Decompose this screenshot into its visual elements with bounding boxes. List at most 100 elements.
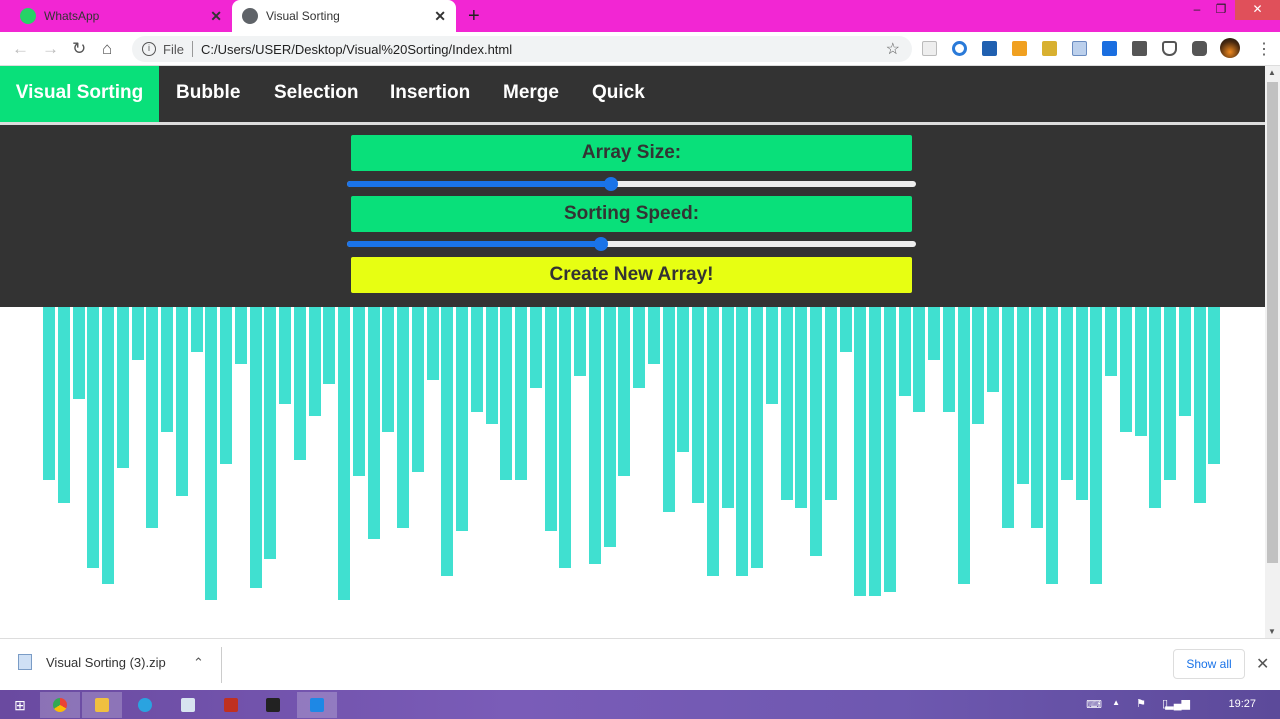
array-bar	[220, 307, 232, 464]
array-bar	[780, 307, 793, 500]
restore-button[interactable]: ❐	[1206, 0, 1236, 20]
url-text[interactable]: C:/Users/USER/Desktop/Visual%20Sorting/I…	[201, 42, 512, 57]
back-icon[interactable]: ←	[12, 39, 29, 59]
pocket-icon[interactable]	[922, 41, 937, 56]
nav-quick[interactable]: Quick	[592, 66, 645, 122]
media-icon[interactable]	[1132, 41, 1147, 56]
tab-whatsapp[interactable]: WhatsApp ✕	[10, 0, 232, 32]
array-bar	[1149, 307, 1162, 508]
media-app-icon[interactable]	[211, 692, 251, 718]
array-bar	[1208, 307, 1221, 464]
array-bar	[1046, 307, 1058, 584]
keyboard-icon[interactable]: ⌨	[1086, 698, 1102, 711]
array-bar	[883, 307, 896, 592]
bars-container	[0, 307, 1265, 638]
forward-icon[interactable]: →	[42, 39, 59, 59]
create-new-array-button[interactable]: Create New Array!	[351, 257, 912, 293]
download-item[interactable]: Visual Sorting (3).zip	[18, 654, 166, 670]
shield-icon[interactable]	[1162, 41, 1177, 56]
clapper-icon[interactable]	[982, 41, 997, 56]
array-bar	[205, 307, 218, 600]
bookmark-star-icon[interactable]: ☆	[886, 39, 900, 59]
array-bar	[1001, 307, 1014, 528]
nav-bubble[interactable]: Bubble	[176, 66, 240, 122]
array-bar	[559, 307, 572, 568]
home-icon[interactable]: ⌂	[102, 39, 112, 59]
puzzle-icon[interactable]	[1192, 41, 1207, 56]
top-nav: Visual Sorting Bubble Selection Insertio…	[0, 66, 1265, 122]
array-bar	[913, 307, 926, 412]
array-bar	[161, 307, 173, 432]
array-bar	[751, 307, 763, 568]
array-bar	[898, 307, 911, 396]
array-bar	[279, 307, 291, 404]
brand-link[interactable]: Visual Sorting	[0, 66, 159, 122]
slider-thumb[interactable]	[593, 237, 608, 251]
array-bar	[1075, 307, 1088, 500]
show-all-button[interactable]: Show all	[1173, 649, 1245, 679]
address-bar[interactable]: i File C:/Users/USER/Desktop/Visual%20So…	[132, 36, 912, 62]
folder-icon[interactable]	[1042, 41, 1057, 56]
array-size-slider[interactable]	[347, 177, 916, 191]
array-bar	[1193, 307, 1206, 503]
scrollbar-thumb[interactable]	[1267, 82, 1278, 563]
array-bar	[544, 307, 557, 531]
array-bar	[603, 307, 616, 547]
file-explorer-icon[interactable]	[82, 692, 122, 718]
array-bar	[87, 307, 100, 568]
app-icon[interactable]	[253, 692, 293, 718]
array-bar	[1016, 307, 1029, 484]
nav-merge[interactable]: Merge	[503, 66, 559, 122]
menu-icon[interactable]: ⋮	[1256, 39, 1272, 59]
vertical-scrollbar[interactable]: ▲ ▼	[1265, 66, 1280, 638]
app-window-icon[interactable]	[168, 692, 208, 718]
info-icon[interactable]: i	[142, 42, 156, 56]
reload-icon[interactable]: ↻	[72, 39, 86, 59]
new-tab-button[interactable]: +	[468, 5, 480, 28]
flag-icon[interactable]: ⚑	[1136, 697, 1146, 710]
scroll-down-icon[interactable]: ▼	[1268, 627, 1276, 636]
nav-selection[interactable]: Selection	[274, 66, 358, 122]
clock[interactable]: 19:27	[1228, 698, 1256, 710]
search-icon[interactable]	[1102, 41, 1117, 56]
browser-toolbar: ← → ↻ ⌂ i File C:/Users/USER/Desktop/Vis…	[0, 32, 1280, 66]
array-bar	[264, 307, 277, 559]
array-bar	[721, 307, 734, 508]
array-bar	[72, 307, 85, 399]
download-icon[interactable]	[1012, 41, 1027, 56]
array-bar	[1060, 307, 1073, 480]
array-bar	[146, 307, 159, 528]
telegram-icon[interactable]	[125, 692, 165, 718]
screenshot-icon[interactable]	[1072, 41, 1087, 56]
close-icon[interactable]: ✕	[1256, 654, 1269, 674]
divider	[191, 41, 193, 57]
window-close-button[interactable]: ✕	[1235, 0, 1280, 20]
scroll-up-icon[interactable]: ▲	[1268, 68, 1276, 77]
nav-insertion[interactable]: Insertion	[390, 66, 470, 122]
tab-strip: WhatsApp ✕ Visual Sorting ✕ + – ❐ ✕	[0, 0, 1280, 32]
chrome-icon[interactable]	[40, 692, 80, 718]
array-bar	[633, 307, 645, 388]
signal-icon[interactable]: ▂▄▆	[1165, 697, 1190, 710]
array-bar	[367, 307, 380, 539]
array-bar	[942, 307, 955, 412]
array-bar	[869, 307, 881, 596]
start-icon[interactable]: ⊞	[0, 692, 40, 718]
chevron-up-icon[interactable]: ⌃	[193, 655, 204, 671]
slider-thumb[interactable]	[604, 177, 619, 191]
array-bar	[810, 307, 822, 556]
profile-avatar[interactable]	[1220, 38, 1240, 58]
close-tab-icon[interactable]: ✕	[434, 8, 446, 25]
array-bar	[249, 307, 262, 588]
array-bar	[692, 307, 704, 503]
vscode-icon[interactable]	[297, 692, 337, 718]
sorting-speed-slider[interactable]	[347, 237, 916, 251]
array-bar	[441, 307, 454, 576]
tab-visual-sorting[interactable]: Visual Sorting ✕	[232, 0, 456, 32]
array-bar	[234, 307, 247, 364]
array-bar	[1134, 307, 1147, 436]
close-tab-icon[interactable]: ✕	[210, 8, 222, 25]
download-filename[interactable]: Visual Sorting (3).zip	[46, 655, 166, 670]
chevron-up-icon[interactable]: ▲	[1112, 698, 1120, 707]
sync-icon[interactable]	[952, 41, 967, 56]
